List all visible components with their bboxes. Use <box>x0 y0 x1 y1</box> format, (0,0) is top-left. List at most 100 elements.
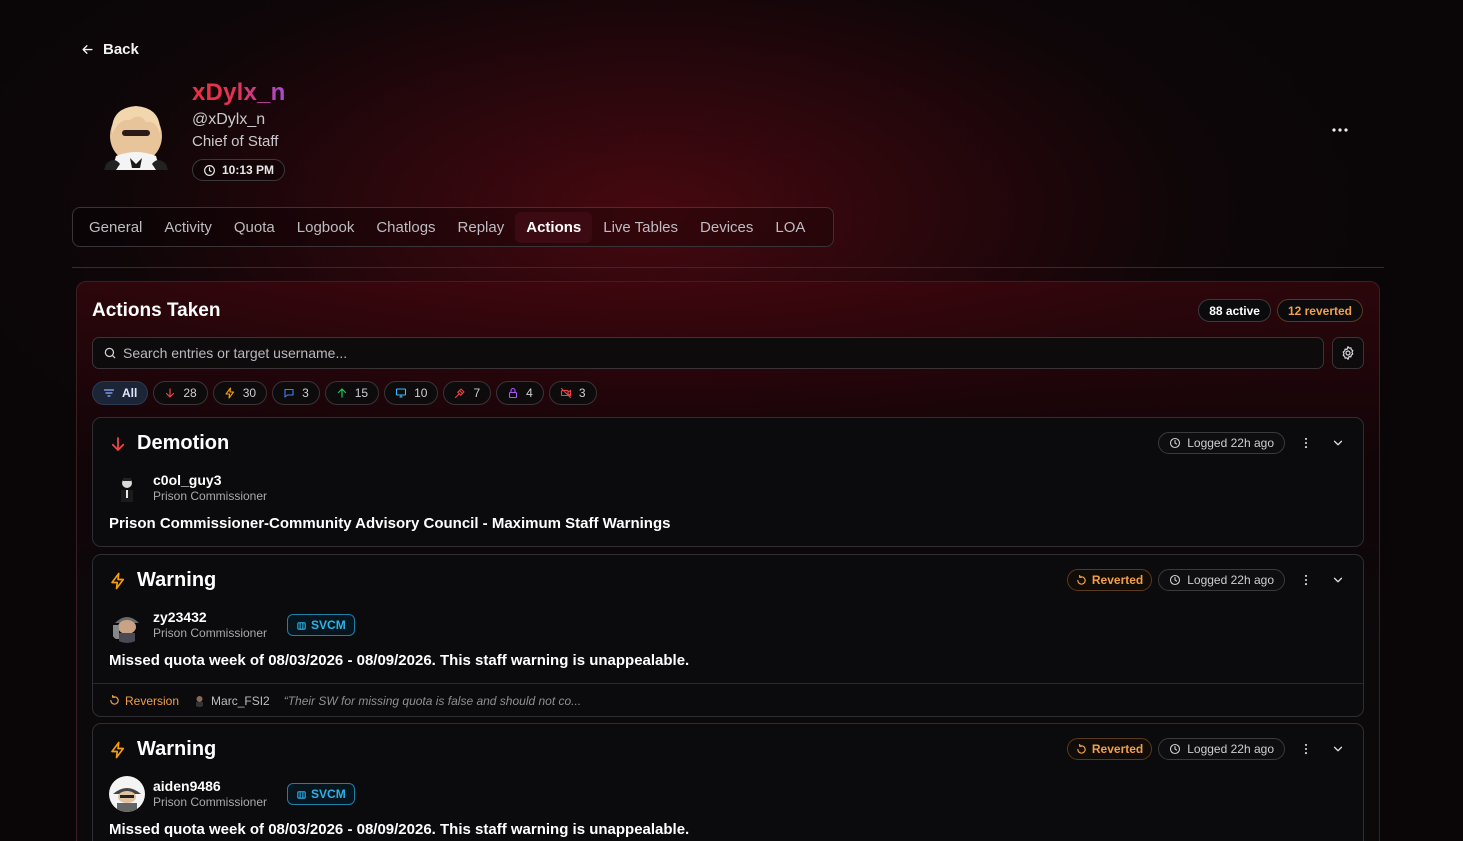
action-reason: Missed quota week of 08/03/2026 - 08/09/… <box>109 821 690 838</box>
lightning-icon <box>111 741 125 758</box>
vertical-dots-icon <box>1304 437 1308 449</box>
profile-role: Chief of Staff <box>192 133 279 150</box>
expand-button[interactable] <box>1327 569 1349 591</box>
card-menu-button[interactable] <box>1295 432 1317 454</box>
tab-actions[interactable]: Actions <box>515 211 593 243</box>
profile-handle: @xDylx_n <box>192 111 266 128</box>
search-input[interactable] <box>123 345 1303 361</box>
profile-display-name: xDylx_n <box>192 79 286 106</box>
target-user[interactable]: aiden9486 Prison Commissioner SVCM <box>109 776 355 812</box>
filter-all[interactable]: All <box>92 381 149 405</box>
logged-time: Logged 22h ago <box>1187 573 1274 587</box>
settings-button[interactable] <box>1332 337 1364 369</box>
reverted-badge: Reverted <box>1066 569 1153 591</box>
target-name: c0ol_guy3 <box>153 472 222 488</box>
profile-header: xDylx_n @xDylx_n Chief of Staff 10:13 PM <box>192 78 285 182</box>
reversion-quote: “Their SW for missing quota is false and… <box>283 693 582 708</box>
divider <box>72 267 1384 268</box>
filter-chips: All 28 30 3 15 10 7 4 3 <box>92 381 597 405</box>
filter-monitor[interactable]: 10 <box>384 381 439 405</box>
arrow-down-icon <box>111 436 125 451</box>
local-time: 10:13 PM <box>222 163 275 177</box>
filter-promotion[interactable]: 15 <box>324 381 380 405</box>
filter-gavel[interactable]: 7 <box>443 381 492 405</box>
action-card[interactable]: Demotion Logged 22h ago c0ol_guy3 Prison… <box>92 417 1364 547</box>
tab-replay[interactable]: Replay <box>447 212 516 243</box>
gear-icon <box>1342 346 1354 360</box>
clock-icon <box>204 164 215 176</box>
arrow-up-icon <box>337 388 346 398</box>
target-avatar <box>109 470 145 506</box>
action-meta: Reverted Logged 22h ago <box>1066 738 1349 760</box>
clock-icon <box>1170 743 1181 755</box>
card-menu-button[interactable] <box>1295 569 1317 591</box>
filter-lock[interactable]: 4 <box>496 381 544 405</box>
action-card[interactable]: Warning Reverted Logged 22h ago zy23432 … <box>92 554 1364 717</box>
arrow-down-icon <box>166 388 175 398</box>
filter-no-camera[interactable]: 3 <box>548 381 597 405</box>
filter-count: 4 <box>526 386 533 400</box>
filter-count: 28 <box>183 386 197 400</box>
filter-count: 15 <box>354 386 369 400</box>
action-type: Warning <box>109 738 216 761</box>
search-box <box>92 337 1324 369</box>
tab-live-tables[interactable]: Live Tables <box>592 212 689 243</box>
lightning-icon <box>225 387 234 399</box>
back-label: Back <box>103 41 139 58</box>
tab-quota[interactable]: Quota <box>223 212 286 243</box>
tab-devices[interactable]: Devices <box>689 212 764 243</box>
reverted-count-badge: 12 reverted <box>1276 299 1363 322</box>
arrow-left-icon <box>82 45 93 54</box>
team-badge: SVCM <box>287 614 355 636</box>
action-type-label: Warning <box>137 738 217 760</box>
tab-activity[interactable]: Activity <box>153 212 223 243</box>
vertical-dots-icon <box>1304 743 1308 755</box>
reversion-user: Marc_FSI2 <box>193 694 270 708</box>
tab-chatlogs[interactable]: Chatlogs <box>365 212 446 243</box>
target-avatar <box>109 607 145 643</box>
back-button[interactable]: Back <box>80 41 139 58</box>
filter-count: 30 <box>242 386 257 400</box>
team-icon <box>297 621 306 630</box>
expand-button[interactable] <box>1327 432 1349 454</box>
local-time-badge: 10:13 PM <box>192 159 286 181</box>
target-user[interactable]: zy23432 Prison Commissioner SVCM <box>109 607 355 643</box>
target-user[interactable]: c0ol_guy3 Prison Commissioner <box>109 470 267 506</box>
reversion-label: Reversion <box>109 694 179 708</box>
tab-loa[interactable]: LOA <box>764 212 816 243</box>
tab-logbook[interactable]: Logbook <box>286 212 366 243</box>
action-type-label: Warning <box>137 569 217 591</box>
team-icon <box>297 790 306 799</box>
logged-badge: Logged 22h ago <box>1158 738 1285 760</box>
logged-time: Logged 22h ago <box>1187 436 1274 450</box>
filter-demotion[interactable]: 28 <box>153 381 208 405</box>
expand-button[interactable] <box>1327 738 1349 760</box>
filter-warning[interactable]: 30 <box>212 381 268 405</box>
filter-count: 10 <box>414 386 428 400</box>
card-menu-button[interactable] <box>1295 738 1317 760</box>
target-avatar <box>109 776 145 812</box>
reverted-label: Reverted <box>1091 573 1144 587</box>
tab-general[interactable]: General <box>78 212 153 243</box>
reversion-row[interactable]: Reversion Marc_FSI2 “Their SW for missin… <box>93 683 1363 717</box>
reversion-avatar <box>196 696 204 707</box>
action-type-label: Demotion <box>137 432 230 454</box>
monitor-icon <box>396 388 407 398</box>
action-card[interactable]: Warning Reverted Logged 22h ago aiden948… <box>92 723 1364 841</box>
actions-panel: Actions Taken 88 active 12 reverted All … <box>76 281 1380 841</box>
avatar <box>104 106 168 170</box>
filter-count: 7 <box>473 386 481 400</box>
panel-title: Actions Taken <box>92 300 221 321</box>
target-role: Prison Commissioner <box>153 626 268 640</box>
action-reason: Missed quota week of 08/03/2026 - 08/09/… <box>109 652 690 669</box>
more-options-icon[interactable] <box>1330 120 1350 140</box>
logged-time: Logged 22h ago <box>1187 742 1274 756</box>
vertical-dots-icon <box>1304 574 1308 586</box>
filter-icon <box>103 389 115 397</box>
action-meta: Logged 22h ago <box>1158 432 1349 454</box>
team-badge-label: SVCM <box>311 787 346 801</box>
lock-icon <box>509 387 518 399</box>
filter-count: 3 <box>302 386 309 400</box>
revert-icon <box>1077 574 1086 585</box>
filter-message[interactable]: 3 <box>272 381 320 405</box>
